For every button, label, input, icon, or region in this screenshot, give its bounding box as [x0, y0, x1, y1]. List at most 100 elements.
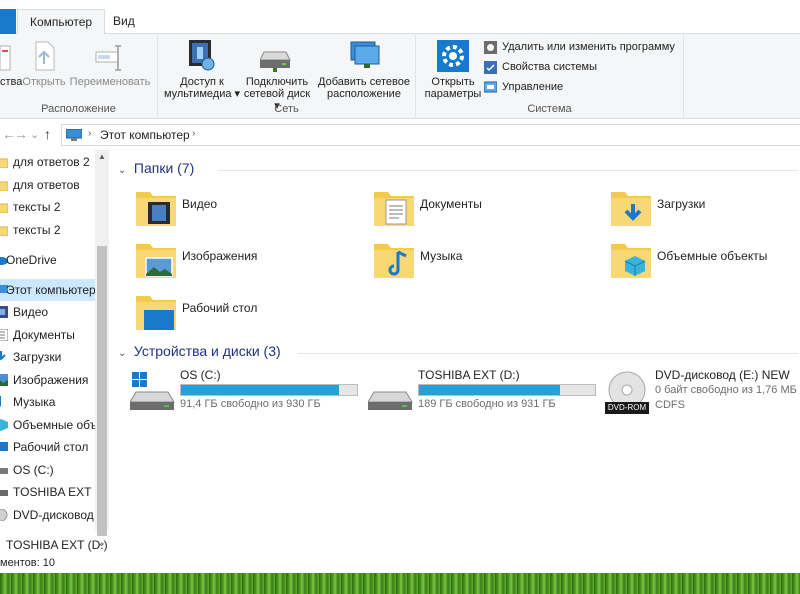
- content-pane: ⌄ Папки (7) Видео Документы Загрузки Изо…: [110, 150, 800, 555]
- drive-icon: [368, 391, 413, 410]
- devices-section-header[interactable]: ⌄ Устройства и диски (3): [118, 343, 798, 363]
- ribbon-tab-row: Компьютер Вид: [0, 0, 800, 35]
- open-settings-button[interactable]: Открыть параметры: [420, 38, 486, 100]
- folder-item-videos[interactable]: Видео: [134, 186, 354, 234]
- documents-folder-icon: [374, 192, 414, 226]
- folder-item-pictures[interactable]: Изображения: [134, 238, 354, 286]
- folder-icon: [0, 202, 8, 213]
- video-folder-icon: [136, 192, 176, 226]
- nav-item-toshiba-d[interactable]: TOSHIBA EXT (D:): [0, 481, 95, 503]
- drive-item-toshiba-d[interactable]: TOSHIBA EXT (D:) 189 ГБ свободно из 931 …: [368, 368, 600, 424]
- drive-name: TOSHIBA EXT (D:): [418, 368, 520, 382]
- group-location: ства Открыть Переименовать Расположение: [0, 34, 158, 119]
- recent-locations-button[interactable]: ⌄: [30, 128, 39, 141]
- status-bar: ментов: 10: [0, 555, 800, 573]
- uninstall-icon: [484, 41, 497, 54]
- map-drive-label1: Подключить: [245, 76, 309, 88]
- folder-item-3d-objects[interactable]: Объемные объекты: [609, 238, 800, 286]
- map-drive-button[interactable]: Подключить сетевой диск ▾: [240, 38, 314, 112]
- scroll-up-icon[interactable]: ▲: [98, 152, 106, 161]
- windows-drive-icon: [130, 372, 175, 410]
- drive-item-dvd-e[interactable]: DVD-ROM DVD-дисковод (E:) NEW 0 байт сво…: [605, 368, 800, 424]
- nav-scrollbar[interactable]: ▲: [95, 150, 109, 536]
- rename-button[interactable]: Переименовать: [68, 38, 152, 88]
- group-network: Доступ к мультимедиа ▾ Подключить сетево…: [158, 34, 416, 119]
- nav-item-folder[interactable]: тексты 2: [0, 196, 95, 218]
- music-folder-icon: [374, 244, 414, 278]
- documents-icon: [0, 329, 8, 341]
- section-divider: [298, 353, 798, 354]
- nav-item-folder[interactable]: для ответов: [0, 174, 95, 196]
- add-network-label2: расположение: [327, 88, 401, 100]
- folder-name: Загрузки: [657, 197, 706, 211]
- navigation-pane: для ответов 2 для ответов тексты 2 текст…: [0, 150, 110, 555]
- 3d-objects-folder-icon: [611, 244, 651, 278]
- tab-file[interactable]: [0, 9, 16, 34]
- drive-usage-bar: [418, 384, 596, 396]
- nav-item-dvd-e[interactable]: DVD-дисковод (E:): [0, 504, 95, 526]
- breadcrumb-separator-2[interactable]: ›: [192, 128, 195, 139]
- section-divider: [218, 170, 798, 171]
- nav-item-3d-objects[interactable]: Объемные объекты: [0, 414, 95, 436]
- folder-icon: [0, 157, 8, 168]
- add-network-location-button[interactable]: Добавить сетевое расположение: [316, 38, 412, 100]
- nav-item-os-c[interactable]: OS (C:): [0, 459, 95, 481]
- breadcrumb-separator[interactable]: ›: [88, 128, 91, 139]
- nav-item-videos[interactable]: Видео: [0, 301, 95, 323]
- drive-icon: [0, 490, 8, 496]
- folder-name: Рабочий стол: [182, 301, 258, 315]
- expand-chevron-icon[interactable]: ⌄: [97, 536, 106, 549]
- desktop-icon: [0, 442, 8, 451]
- nav-item-pictures[interactable]: Изображения: [0, 369, 95, 391]
- nav-item-this-pc[interactable]: Этот компьютер: [0, 279, 95, 301]
- drive-icon: [0, 468, 8, 474]
- rename-label: Переименовать: [69, 76, 151, 88]
- nav-item-desktop[interactable]: Рабочий стол: [0, 436, 95, 458]
- folder-item-desktop[interactable]: Рабочий стол: [134, 290, 354, 338]
- open-label: Открыть: [22, 76, 66, 88]
- drive-name: OS (C:): [180, 368, 221, 382]
- group-system: Открыть параметры Удалить или изменить п…: [416, 34, 684, 119]
- properties-icon: [0, 45, 11, 71]
- drive-filesystem: CDFS: [655, 399, 685, 411]
- folder-name: Изображения: [182, 249, 258, 263]
- downloads-folder-icon: [611, 192, 651, 226]
- system-properties-button[interactable]: Свойства системы: [484, 58, 597, 76]
- properties-button[interactable]: ства: [0, 38, 22, 88]
- chevron-down-icon: ⌄: [118, 348, 127, 359]
- up-button[interactable]: ↑: [44, 126, 51, 142]
- nav-item-onedrive[interactable]: OneDrive: [0, 249, 95, 271]
- gear-icon: [437, 40, 469, 72]
- group-network-label: Сеть: [274, 103, 299, 115]
- folder-name: Музыка: [420, 249, 463, 263]
- cube-icon: [0, 419, 8, 431]
- drive-item-os-c[interactable]: OS (C:) 91,4 ГБ свободно из 930 ГБ: [130, 368, 362, 424]
- nav-item-folder[interactable]: тексты 2: [0, 219, 95, 241]
- forward-button[interactable]: →: [14, 126, 28, 142]
- folder-icon: [0, 225, 8, 236]
- media-access-button[interactable]: Доступ к мультимедиа ▾: [162, 38, 242, 100]
- tab-computer[interactable]: Компьютер: [17, 9, 106, 35]
- breadcrumb-this-pc[interactable]: Этот компьютер: [100, 128, 190, 142]
- open-settings-label1: Открыть: [431, 76, 475, 88]
- folders-section-header[interactable]: ⌄ Папки (7): [118, 160, 798, 180]
- desktop-wallpaper: [0, 573, 800, 594]
- uninstall-program-button[interactable]: Удалить или изменить программу: [484, 38, 675, 56]
- dvd-rom-badge: DVD-ROM: [607, 403, 647, 412]
- nav-item-documents[interactable]: Документы: [0, 324, 95, 346]
- folder-item-music[interactable]: Музыка: [372, 238, 592, 286]
- manage-button[interactable]: Управление: [484, 78, 563, 96]
- rename-icon: [95, 45, 121, 71]
- nav-item-toshiba-d-root[interactable]: TOSHIBA EXT (D:): [0, 534, 108, 556]
- address-bar[interactable]: › Этот компьютер ›: [61, 124, 800, 146]
- folder-item-downloads[interactable]: Загрузки: [609, 186, 800, 234]
- scroll-thumb[interactable]: [97, 246, 107, 536]
- nav-item-music[interactable]: Музыка: [0, 391, 95, 413]
- desktop-folder-icon: [136, 296, 176, 330]
- nav-item-folder[interactable]: для ответов 2: [0, 151, 95, 173]
- open-icon: [35, 41, 55, 71]
- open-button[interactable]: Открыть: [22, 38, 66, 88]
- folder-item-documents[interactable]: Документы: [372, 186, 592, 234]
- nav-item-downloads[interactable]: Загрузки: [0, 346, 95, 368]
- tab-view[interactable]: Вид: [101, 9, 147, 34]
